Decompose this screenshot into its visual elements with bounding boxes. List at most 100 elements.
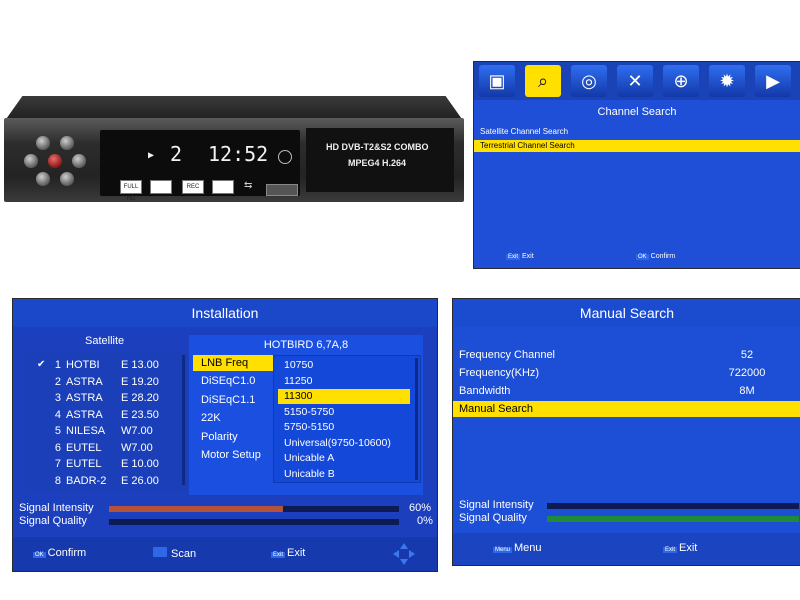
exit-label: Exit	[679, 542, 698, 554]
confirm-hint[interactable]: OK Confirm	[636, 253, 675, 260]
channel-search-screen: ▣ ⌕ ◎ ✕ ⊕ ✹ ▶ Channel Search Satellite C…	[473, 61, 800, 269]
satellite-row[interactable]: ✔ 1 HOTBI E 13.00	[25, 357, 183, 373]
lnb-option-label: 5150-5750	[284, 405, 335, 418]
ok-key: OK	[636, 254, 649, 260]
exit-key: Exit	[271, 552, 286, 558]
row-label: Frequency Channel	[459, 349, 556, 361]
menu-hint[interactable]: Menu Menu	[493, 542, 542, 554]
satellite-number: 2	[54, 375, 61, 388]
setting-row[interactable]: LNB Freq	[193, 355, 273, 371]
lnb-option[interactable]: Unicable B	[278, 467, 410, 482]
satellite-name: HOTBI	[66, 359, 100, 371]
full-hd-badge: FULL HD	[120, 180, 142, 202]
exit-hint[interactable]: Exit Exit	[271, 547, 305, 559]
signal-intensity-bar	[109, 506, 399, 512]
manual-search-row[interactable]: Manual Search	[453, 401, 800, 417]
lnb-option[interactable]: 5750-5150	[278, 420, 410, 435]
globe-icon[interactable]: ⊕	[663, 65, 699, 97]
clock-icon	[278, 150, 292, 164]
signal-intensity-bar	[547, 503, 799, 509]
disc-icon[interactable]: ◎	[571, 65, 607, 97]
lnb-option[interactable]: 5150-5750	[278, 405, 410, 420]
display-time: 12:52	[208, 142, 269, 166]
manual-search-row[interactable]: Frequency Channel 52	[453, 347, 800, 363]
satellite-row[interactable]: 3 ASTRA E 28.20	[25, 390, 183, 406]
confirm-hint[interactable]: OK Confirm	[33, 547, 86, 559]
navigation-arrows-icon	[393, 543, 415, 565]
play-icon: ▶	[148, 150, 155, 161]
usb-icon: ⇆	[244, 180, 253, 191]
satellite-name: NILESA	[66, 425, 106, 437]
scan-hint[interactable]: Scan	[153, 547, 196, 560]
front-button[interactable]	[24, 154, 38, 168]
tools-icon[interactable]: ✕	[617, 65, 653, 97]
usb-port[interactable]	[266, 184, 298, 196]
lnb-dropdown[interactable]: 10750 11250 11300 5150-5750 5750-5150 Univers…	[273, 355, 421, 483]
confirm-label: Confirm	[650, 253, 676, 260]
lnb-option-label: 10750	[284, 359, 314, 371]
satellite-position: W7.00	[121, 441, 153, 454]
satellite-row[interactable]: 2 ASTRA E 19.20	[25, 374, 183, 390]
exit-hint[interactable]: Exit Exit	[506, 253, 534, 260]
lnb-option[interactable]: Universal(9750-10600)	[278, 436, 410, 451]
satellite-row[interactable]: 6 EUTEL W7.00	[25, 440, 183, 456]
satellite-position: W7.00	[121, 425, 153, 437]
signal-intensity-label: Signal Intensity	[19, 502, 94, 514]
model-line-2: MPEG4 H.264	[348, 158, 407, 168]
menu-key: Menu	[493, 547, 513, 553]
scrollbar[interactable]	[182, 355, 185, 485]
ok-key: OK	[33, 552, 46, 558]
satellite-row[interactable]: 7 EUTEL E 10.00	[25, 456, 183, 472]
set-top-box: ▶ 2 12:52 HD DVB-T2&S2 COMBO MPEG4 H.264…	[4, 96, 464, 206]
signal-quality-label: Signal Quality	[459, 512, 527, 524]
manual-search-row[interactable]: Frequency(KHz) 722000	[453, 365, 800, 381]
row-label: Frequency(KHz)	[459, 367, 540, 379]
rec-badge: REC	[182, 180, 204, 194]
setting-label: DiSEqC1.0	[201, 375, 256, 387]
menu-item-selected[interactable]: Terrestrial Channel Search	[474, 140, 800, 152]
setting-row[interactable]: 22K	[193, 410, 273, 426]
lnb-option-label: Unicable B	[284, 467, 335, 480]
exit-hint[interactable]: Exit Exit	[663, 542, 697, 554]
satellite-row[interactable]: 5 NILESA W7.00	[25, 423, 183, 439]
epg-badge-icon	[212, 180, 234, 194]
manual-search-row[interactable]: Bandwidth 8M	[453, 383, 800, 399]
setting-row[interactable]: Motor Setup	[193, 447, 273, 463]
row-value: 52	[740, 349, 754, 361]
lnb-option[interactable]: Unicable A	[278, 451, 410, 466]
power-button[interactable]	[48, 154, 62, 168]
lnb-option-label: 11250	[284, 374, 313, 387]
scan-label: Scan	[171, 548, 197, 560]
badge-icon	[150, 180, 172, 194]
front-button[interactable]	[60, 136, 74, 150]
lnb-option[interactable]: 11250	[278, 374, 410, 389]
front-button[interactable]	[36, 172, 50, 186]
signal-quality-label: Signal Quality	[19, 515, 87, 527]
satellite-name: ASTRA	[66, 408, 103, 421]
menu-item-satellite-search[interactable]: Satellite Channel Search	[480, 127, 568, 136]
lnb-option[interactable]: 11300	[278, 389, 410, 404]
lnb-option-label: Unicable A	[284, 452, 335, 464]
gear-icon[interactable]: ✹	[709, 65, 745, 97]
front-button[interactable]	[72, 154, 86, 168]
play-icon[interactable]: ▶	[755, 65, 791, 97]
menu-icon-row: ▣ ⌕ ◎ ✕ ⊕ ✹ ▶	[474, 62, 800, 100]
setting-row[interactable]: DiSEqC1.1	[193, 392, 273, 408]
tv-icon[interactable]: ▣	[479, 65, 515, 97]
satellite-number: 4	[54, 408, 61, 421]
satellite-row[interactable]: 4 ASTRA E 23.50	[25, 407, 183, 423]
lnb-option-label: 5750-5150	[284, 421, 335, 433]
satellite-row[interactable]: 8 BADR-2 E 26.00	[25, 473, 183, 489]
menu-label: Menu	[514, 542, 542, 554]
satellite-number: 3	[54, 392, 61, 404]
satellite-position: E 10.00	[121, 458, 159, 470]
search-icon[interactable]: ⌕	[525, 65, 561, 97]
front-button[interactable]	[36, 136, 50, 150]
front-button[interactable]	[60, 172, 74, 186]
setting-row[interactable]: Polarity	[193, 429, 273, 445]
lnb-option[interactable]: 10750	[278, 358, 410, 373]
setting-label: 22K	[201, 412, 221, 424]
scrollbar[interactable]	[415, 358, 418, 480]
satellite-number: 7	[54, 458, 61, 470]
setting-row[interactable]: DiSEqC1.0	[193, 373, 273, 389]
